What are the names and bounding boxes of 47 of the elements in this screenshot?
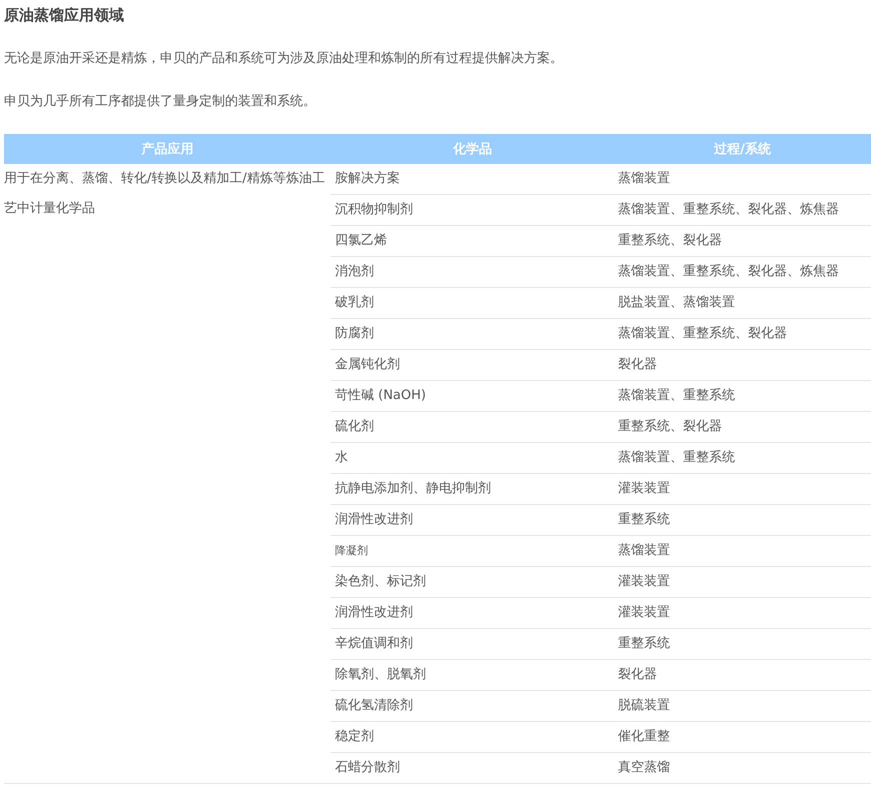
table-cell: 脱盐装置、蒸馏装置 <box>614 288 871 318</box>
column-header: 化学品 <box>331 134 614 164</box>
table-cell: 裂化器 <box>614 350 871 380</box>
table-cell: 消泡剂 <box>331 256 614 288</box>
paragraph: 申贝为几乎所有工序都提供了量身定制的装置和系统。 <box>4 93 317 111</box>
table-cell: 润滑性改进剂 <box>331 504 614 536</box>
table-cell: 稳定剂 <box>331 722 614 752</box>
table-cell: 灌装装置 <box>614 598 871 628</box>
table-cell: 硫化剂 <box>331 412 614 442</box>
table-cell: 破乳剂 <box>331 288 614 318</box>
table-cell: 胺解决方案 <box>331 164 614 194</box>
table-cell: 抗静电添加剂、静电抑制剂 <box>331 474 614 504</box>
table-cell: 蒸馏装置 <box>614 164 871 194</box>
table-cell: 脱硫装置 <box>614 690 871 722</box>
table-cell: 裂化器 <box>614 660 871 690</box>
table-cell: 真空蒸馏 <box>614 752 871 784</box>
table-cell: 防腐剂 <box>331 318 614 350</box>
table-cell: 催化重整 <box>614 722 871 752</box>
table-cell: 蒸馏装置、重整系统 <box>614 380 871 412</box>
table-cell: 润滑性改进剂 <box>331 598 614 628</box>
table-cell: 重整系统 <box>614 504 871 536</box>
table-cell: 降凝剂 <box>331 536 614 566</box>
table-cell: 灌装装置 <box>614 566 871 598</box>
table-cell: 灌装装置 <box>614 474 871 504</box>
table-cell: 石蜡分散剂 <box>331 752 614 784</box>
table-cell: 金属钝化剂 <box>331 350 614 380</box>
table-cell: 辛烷值调和剂 <box>331 628 614 660</box>
section-title: 原油蒸馏应用领域 <box>4 5 125 26</box>
table-cell: 蒸馏装置、重整系统、裂化器、炼焦器 <box>614 194 871 226</box>
table-cell: 苛性碱 (NaOH) <box>331 380 614 412</box>
table-cell: 蒸馏装置、重整系统、裂化器、炼焦器 <box>614 256 871 288</box>
table-cell: 染色剂、标记剂 <box>331 566 614 598</box>
table-cell: 沉积物抑制剂 <box>331 194 614 226</box>
table-cell: 重整系统、裂化器 <box>614 412 871 442</box>
table-cell: 硫化氢清除剂 <box>331 690 614 722</box>
table-cell: 重整系统、裂化器 <box>614 226 871 256</box>
table-cell: 用于在分离、蒸馏、转化/转换以及精加工/精炼等炼油工艺中计量化学品 <box>4 164 331 784</box>
paragraph: 无论是原油开采还是精炼，申贝的产品和系统可为涉及原油处理和炼制的所有过程提供解决方案。 <box>4 50 564 68</box>
table-cell: 重整系统 <box>614 628 871 660</box>
column-header: 过程/系统 <box>614 134 871 164</box>
table-cell: 水 <box>331 442 614 474</box>
table-cell: 蒸馏装置、重整系统 <box>614 442 871 474</box>
table-cell: 蒸馏装置、重整系统、裂化器 <box>614 318 871 350</box>
table-cell: 除氧剂、脱氧剂 <box>331 660 614 690</box>
column-header: 产品应用 <box>4 134 331 164</box>
table-cell: 四氯乙烯 <box>331 226 614 256</box>
table-cell: 蒸馏装置 <box>614 536 871 566</box>
